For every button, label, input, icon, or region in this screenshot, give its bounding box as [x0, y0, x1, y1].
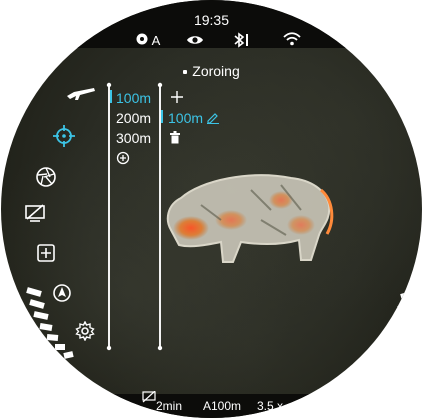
wifi-icon: [283, 32, 301, 46]
compass-icon[interactable]: [52, 283, 72, 303]
add-box-icon[interactable]: [36, 243, 56, 263]
right-level-arc: [368, 290, 416, 362]
status-icons: A: [0, 28, 423, 50]
display-timer-icon: [142, 391, 156, 403]
thermal-boar-image: [166, 174, 334, 263]
delete-icon[interactable]: [169, 131, 181, 144]
zeroing-crosshair-icon[interactable]: [52, 124, 76, 148]
rifle-icon[interactable]: [66, 86, 96, 104]
bluetooth-icon: [234, 32, 248, 48]
adjust-crosshair-icon[interactable]: [170, 90, 184, 104]
eye-icon: [187, 36, 203, 44]
zero-distance-readout: A100m: [203, 399, 242, 413]
menu-title: Zoroing: [0, 63, 423, 79]
display-off-timer: 2min: [156, 399, 183, 413]
selected-distance-marker: [110, 90, 112, 103]
add-distance-icon[interactable]: [116, 151, 130, 165]
auto-label: A: [151, 33, 161, 48]
settings-gear-icon[interactable]: [75, 321, 95, 341]
selected-value-marker: [161, 110, 163, 123]
display-off-icon[interactable]: [24, 203, 46, 223]
selected-distance-value[interactable]: 100m: [168, 110, 203, 126]
zoom-level: 3.5 x: [257, 399, 284, 413]
distance-item-100m[interactable]: 100m: [116, 90, 151, 106]
divider-top-caps: [106, 82, 163, 88]
menu-column-divider-left: [108, 84, 110, 349]
menu-title-text: Zoroing: [192, 63, 240, 79]
distance-item-300m[interactable]: 300m: [116, 130, 151, 146]
menu-column-divider-right: [159, 84, 161, 349]
auto-calibration-indicator: A: [136, 33, 160, 48]
divider-bottom-caps: [106, 345, 163, 351]
title-dot: [183, 70, 188, 75]
edit-icon[interactable]: [206, 112, 220, 124]
distance-item-200m[interactable]: 200m: [116, 110, 151, 126]
aperture-icon[interactable]: [35, 166, 57, 188]
auto-shutter-icon: [136, 33, 148, 45]
clock: 19:35: [193, 12, 230, 28]
